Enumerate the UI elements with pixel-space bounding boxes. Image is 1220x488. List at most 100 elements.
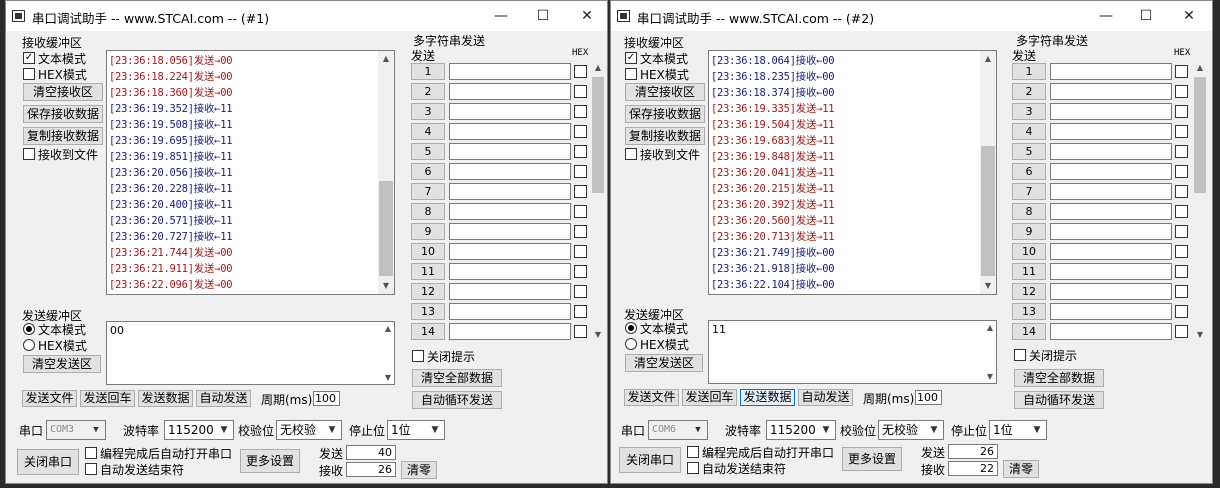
auto-send-button[interactable]: 自动发送 bbox=[196, 390, 251, 407]
multi-send-row-input[interactable] bbox=[1050, 243, 1172, 260]
send-file-button[interactable]: 发送文件 bbox=[22, 390, 77, 407]
multi-send-row-button[interactable]: 12 bbox=[1012, 283, 1046, 300]
multi-send-row-button[interactable]: 5 bbox=[411, 143, 445, 160]
more-settings-button[interactable]: 更多设置 bbox=[240, 449, 300, 473]
multi-send-row-hex-checkbox[interactable] bbox=[574, 265, 587, 278]
send-scroll-up-icon[interactable]: ▲ bbox=[987, 323, 993, 332]
auto-send-button[interactable]: 自动发送 bbox=[798, 389, 853, 406]
multi-send-row-input[interactable] bbox=[449, 163, 571, 180]
multi-send-row-hex-checkbox[interactable] bbox=[1175, 225, 1188, 238]
auto-loop-send-button[interactable]: 自动循环发送 bbox=[1014, 391, 1104, 409]
send-data-button[interactable]: 发送数据 bbox=[740, 389, 795, 406]
clear-recv-button[interactable]: 清空接收区 bbox=[23, 83, 103, 101]
multi-send-row-hex-checkbox[interactable] bbox=[1175, 285, 1188, 298]
multi-send-row-input[interactable] bbox=[449, 83, 571, 100]
multi-send-row-button[interactable]: 2 bbox=[411, 83, 445, 100]
multi-send-row-input[interactable] bbox=[1050, 223, 1172, 240]
close-port-button[interactable]: 关闭串口 bbox=[17, 449, 79, 475]
multi-send-row-hex-checkbox[interactable] bbox=[574, 125, 587, 138]
recv-to-file-checkbox[interactable] bbox=[625, 148, 637, 160]
multi-send-row-hex-checkbox[interactable] bbox=[574, 85, 587, 98]
parity-select[interactable]: 无校验 ▼ bbox=[878, 420, 944, 440]
send-cr-button[interactable]: 发送回车 bbox=[80, 390, 135, 407]
text-mode-checkbox[interactable]: ✓ bbox=[625, 52, 637, 64]
close-tip-checkbox[interactable] bbox=[1014, 349, 1026, 361]
close-icon[interactable]: ✕ bbox=[572, 5, 602, 27]
multi-send-row-input[interactable] bbox=[449, 263, 571, 280]
send-text-mode-radio[interactable] bbox=[625, 322, 637, 334]
maximize-icon[interactable]: ☐ bbox=[1131, 5, 1161, 27]
recv-scrollbar[interactable]: ▲ ▼ bbox=[980, 51, 996, 294]
multi-send-row-button[interactable]: 3 bbox=[411, 103, 445, 120]
copy-recv-button[interactable]: 复制接收数据 bbox=[23, 127, 103, 145]
multi-send-row-input[interactable] bbox=[449, 123, 571, 140]
multi-send-row-input[interactable] bbox=[1050, 263, 1172, 280]
multi-send-row-hex-checkbox[interactable] bbox=[1175, 205, 1188, 218]
send-textarea[interactable]: 11 ▲ ▼ bbox=[708, 320, 997, 384]
multi-send-row-button[interactable]: 2 bbox=[1012, 83, 1046, 100]
send-scroll-up-icon[interactable]: ▲ bbox=[385, 324, 391, 333]
multi-send-row-input[interactable] bbox=[449, 103, 571, 120]
recv-log[interactable]: [23:36:18.056]发送→00 [23:36:18.224]发送→00 [2… bbox=[106, 50, 395, 295]
port-select[interactable]: COM3 ▼ bbox=[46, 420, 106, 440]
multi-send-row-input[interactable] bbox=[449, 283, 571, 300]
maximize-icon[interactable]: ☐ bbox=[528, 5, 558, 27]
multi-send-row-hex-checkbox[interactable] bbox=[574, 145, 587, 158]
multi-send-row-hex-checkbox[interactable] bbox=[574, 285, 587, 298]
multi-scroll-thumb[interactable] bbox=[1194, 77, 1206, 193]
multi-send-row-hex-checkbox[interactable] bbox=[574, 105, 587, 118]
multi-send-row-input[interactable] bbox=[449, 143, 571, 160]
scroll-thumb[interactable] bbox=[379, 181, 393, 276]
send-scroll-down-icon[interactable]: ▼ bbox=[987, 372, 993, 381]
multi-send-row-input[interactable] bbox=[449, 303, 571, 320]
multi-send-row-input[interactable] bbox=[1050, 63, 1172, 80]
title-bar[interactable]: 串口调试助手 -- www.STCAI.com -- (#2) — ☐ ✕ bbox=[611, 1, 1212, 31]
send-cr-button[interactable]: 发送回车 bbox=[682, 389, 737, 406]
multi-send-row-button[interactable]: 12 bbox=[411, 283, 445, 300]
multi-send-row-button[interactable]: 14 bbox=[1012, 323, 1046, 340]
multi-send-row-input[interactable] bbox=[449, 203, 571, 220]
multi-send-row-hex-checkbox[interactable] bbox=[1175, 105, 1188, 118]
recv-to-file-checkbox[interactable] bbox=[23, 148, 35, 160]
multi-send-row-button[interactable]: 3 bbox=[1012, 103, 1046, 120]
baud-select[interactable]: 115200 ▼ bbox=[164, 420, 234, 440]
multi-send-row-button[interactable]: 5 bbox=[1012, 143, 1046, 160]
multi-send-row-input[interactable] bbox=[1050, 103, 1172, 120]
save-recv-button[interactable]: 保存接收数据 bbox=[625, 105, 705, 123]
multi-send-row-input[interactable] bbox=[449, 243, 571, 260]
send-data-button[interactable]: 发送数据 bbox=[138, 390, 193, 407]
scroll-up-icon[interactable]: ▲ bbox=[980, 51, 996, 67]
multi-send-row-hex-checkbox[interactable] bbox=[574, 225, 587, 238]
multi-send-row-hex-checkbox[interactable] bbox=[574, 305, 587, 318]
more-settings-button[interactable]: 更多设置 bbox=[842, 447, 902, 471]
multi-send-row-hex-checkbox[interactable] bbox=[574, 65, 587, 78]
stop-bits-select[interactable]: 1位 ▼ bbox=[387, 420, 445, 440]
multi-send-row-button[interactable]: 6 bbox=[411, 163, 445, 180]
title-bar[interactable]: 串口调试助手 -- www.STCAI.com -- (#1) — ☐ ✕ bbox=[6, 1, 607, 31]
clear-send-button[interactable]: 清空发送区 bbox=[23, 355, 101, 373]
clear-send-button[interactable]: 清空发送区 bbox=[625, 354, 703, 372]
multi-send-row-button[interactable]: 9 bbox=[1012, 223, 1046, 240]
multi-send-row-button[interactable]: 7 bbox=[411, 183, 445, 200]
clear-all-data-button[interactable]: 清空全部数据 bbox=[1014, 369, 1104, 387]
multi-send-row-hex-checkbox[interactable] bbox=[1175, 305, 1188, 318]
multi-send-row-input[interactable] bbox=[449, 183, 571, 200]
stop-bits-select[interactable]: 1位 ▼ bbox=[989, 420, 1047, 440]
zero-counters-button[interactable]: 清零 bbox=[401, 461, 437, 479]
clear-all-data-button[interactable]: 清空全部数据 bbox=[412, 369, 502, 387]
multi-send-row-input[interactable] bbox=[449, 63, 571, 80]
multi-send-row-button[interactable]: 4 bbox=[411, 123, 445, 140]
send-text-mode-radio[interactable] bbox=[23, 323, 35, 335]
multi-send-row-button[interactable]: 13 bbox=[411, 303, 445, 320]
scroll-down-icon[interactable]: ▼ bbox=[980, 278, 996, 294]
send-textarea[interactable]: 00 ▲ ▼ bbox=[106, 321, 395, 385]
multi-send-row-hex-checkbox[interactable] bbox=[1175, 265, 1188, 278]
auto-send-end-checkbox[interactable] bbox=[687, 462, 699, 474]
multi-send-row-input[interactable] bbox=[1050, 283, 1172, 300]
multi-send-row-input[interactable] bbox=[449, 223, 571, 240]
multi-send-row-hex-checkbox[interactable] bbox=[574, 325, 587, 338]
send-scroll-down-icon[interactable]: ▼ bbox=[385, 373, 391, 382]
multi-send-row-button[interactable]: 4 bbox=[1012, 123, 1046, 140]
multi-send-row-hex-checkbox[interactable] bbox=[1175, 325, 1188, 338]
save-recv-button[interactable]: 保存接收数据 bbox=[23, 105, 103, 123]
